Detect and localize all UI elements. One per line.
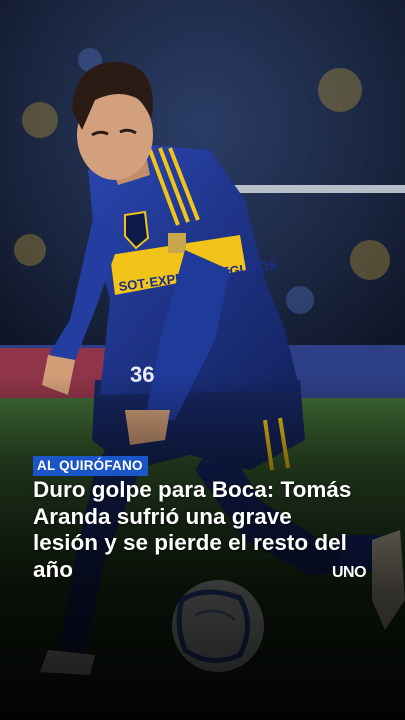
category-tag: AL QUIRÓFANO [33, 456, 148, 476]
headline[interactable]: Duro golpe para Boca: Tomás Aranda sufri… [33, 477, 363, 583]
uno-logo: UNO [332, 564, 367, 581]
bottom-gradient-overlay [0, 0, 405, 720]
